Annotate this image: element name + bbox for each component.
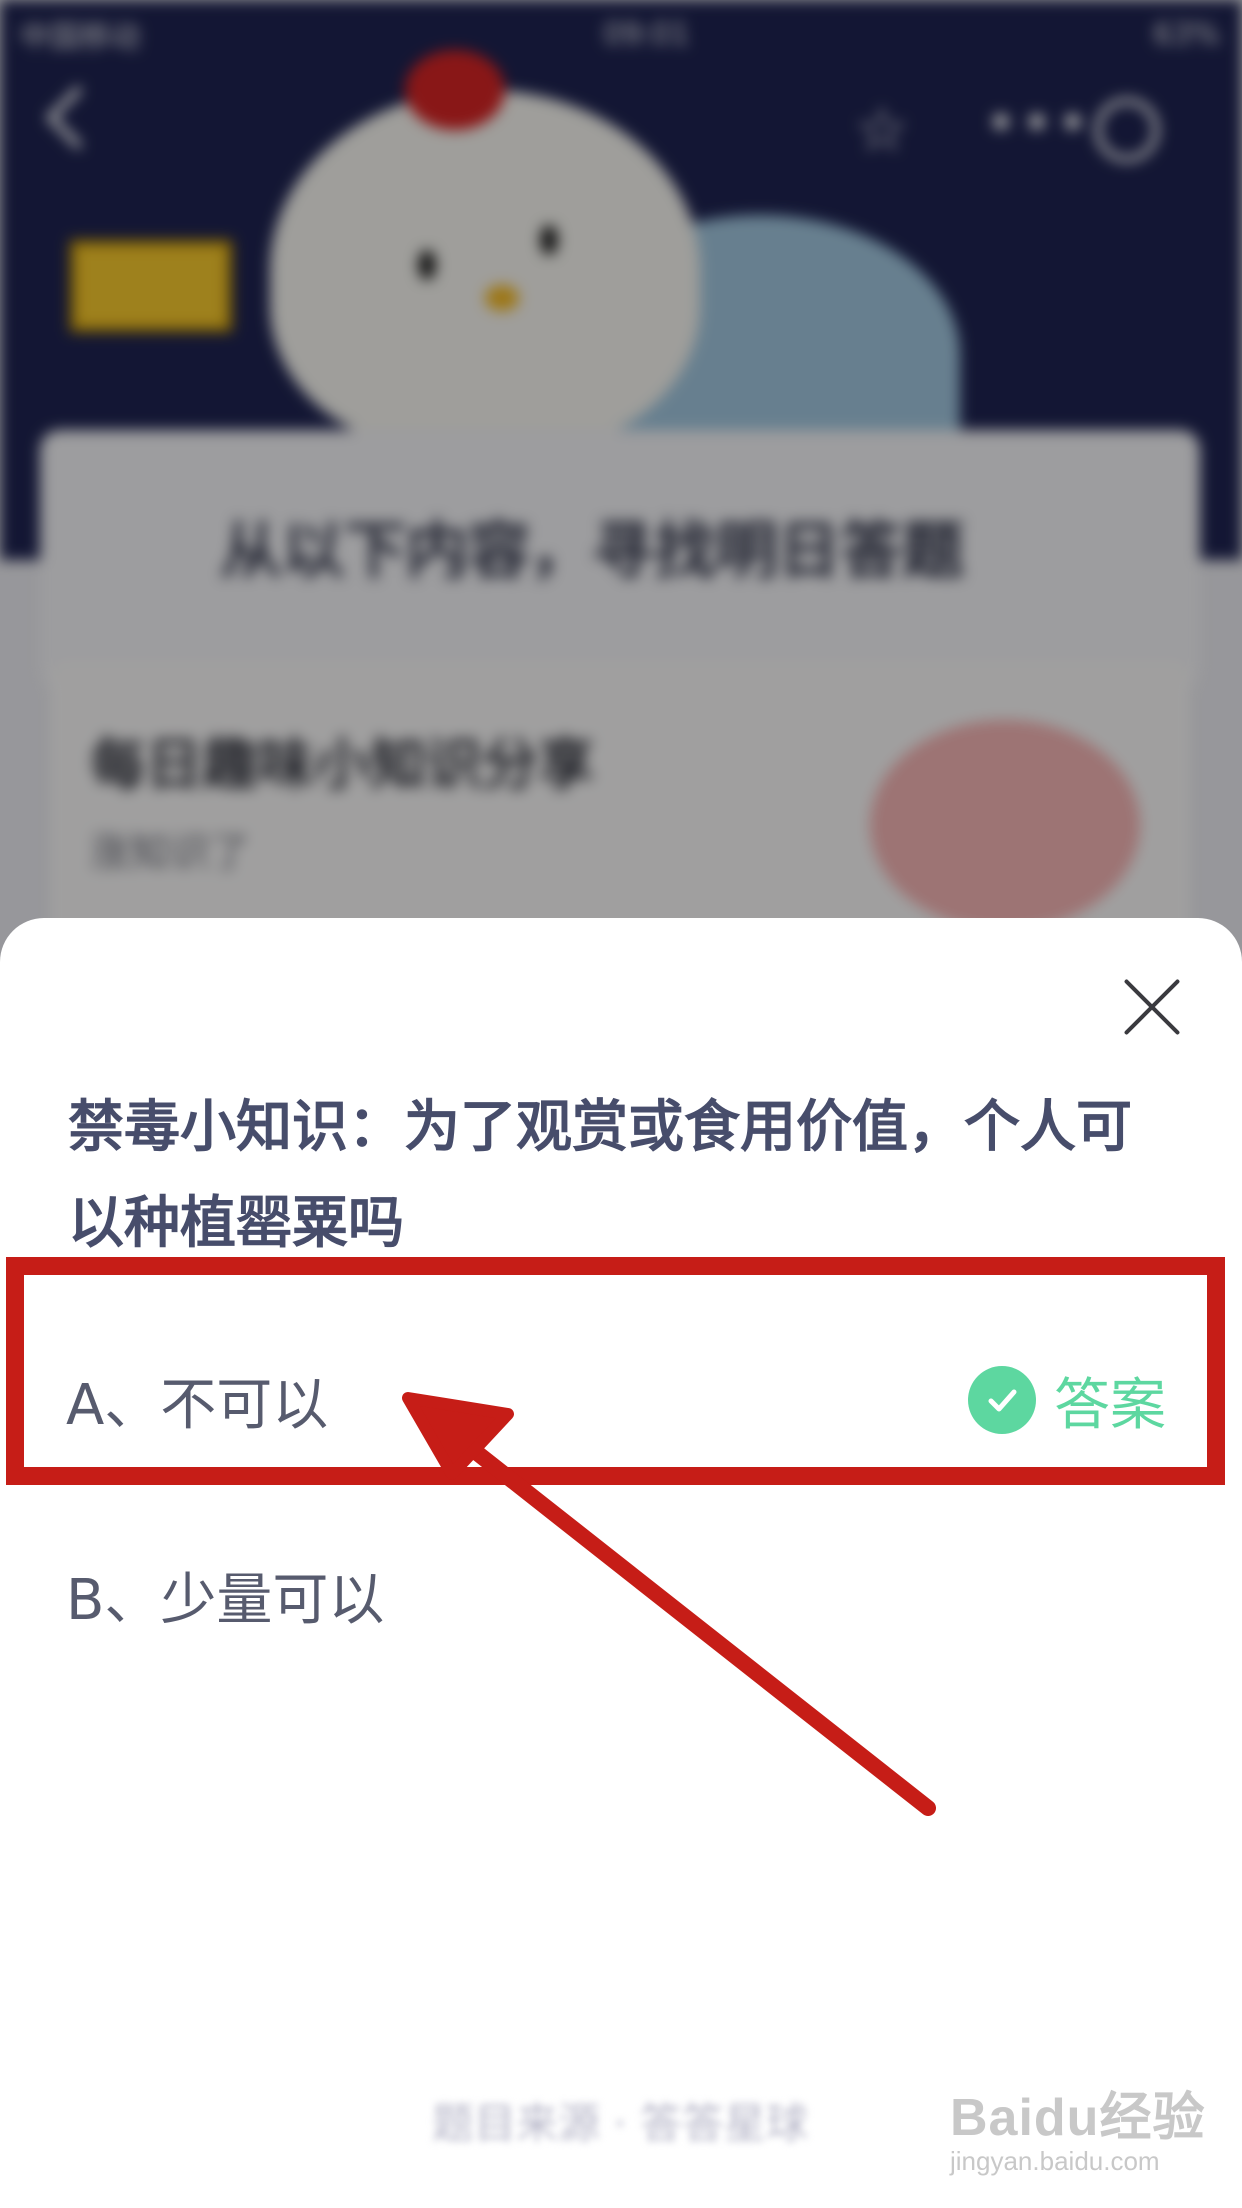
- sheet-footer: 题目来源 · 答答星球: [431, 2099, 809, 2148]
- annotation-highlight-box: [6, 1257, 1225, 1485]
- option-b[interactable]: B、少量可以: [66, 1545, 1166, 1645]
- watermark-sub: jingyan.baidu.com: [950, 2146, 1160, 2176]
- watermark-main: Baidu经验: [950, 2089, 1206, 2147]
- baidu-watermark: Baidu经验 jingyan.baidu.com: [950, 2075, 1240, 2185]
- option-b-label: B、少量可以: [66, 1567, 385, 1633]
- question-text: 禁毒小知识：为了观赏或食用价值，个人可以种植罂粟吗: [68, 1095, 1132, 1256]
- close-icon[interactable]: [1120, 975, 1184, 1039]
